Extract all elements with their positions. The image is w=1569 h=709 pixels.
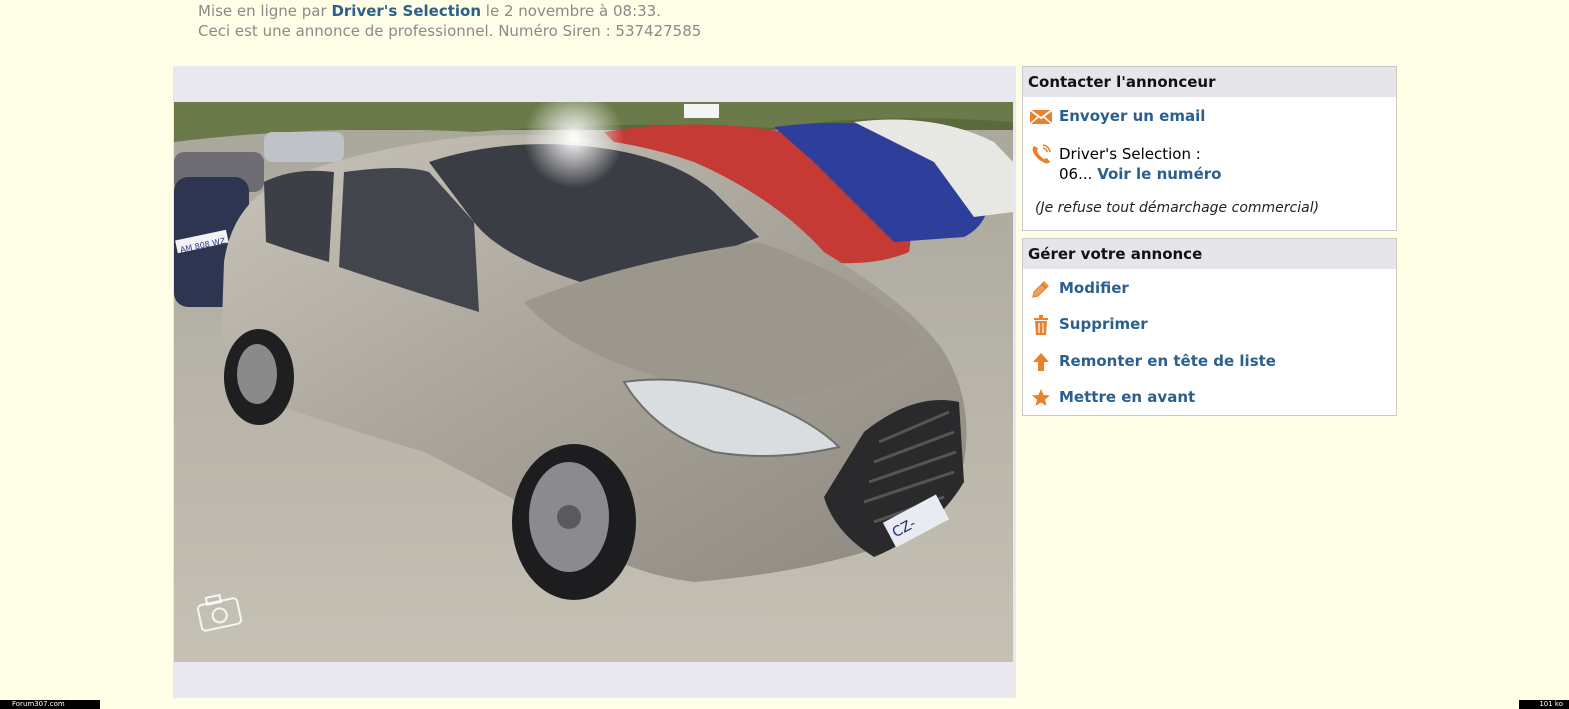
star-icon xyxy=(1028,388,1053,408)
seller-link[interactable]: Driver's Selection xyxy=(331,2,481,20)
bump-to-top-link[interactable]: Remonter en tête de liste xyxy=(1059,352,1276,370)
car-photo-illustration: AM 808 WZ CZ- xyxy=(174,102,1013,662)
footer-site-label: Forum307.com xyxy=(0,700,100,709)
listing-meta: Mise en ligne par Driver's Selection le … xyxy=(198,0,701,41)
trash-icon xyxy=(1028,315,1053,335)
contact-panel: Contacter l'annonceur Envoyer un email D… xyxy=(1022,66,1397,231)
phone-prefix: 06... xyxy=(1059,165,1093,183)
posted-date: le 2 novembre à 08:33. xyxy=(485,2,661,20)
no-solicitation-notice: (Je refuse tout démarchage commercial) xyxy=(1035,200,1320,216)
email-row[interactable]: Envoyer un email xyxy=(1023,107,1396,127)
show-number-link[interactable]: Voir le numéro xyxy=(1097,165,1221,183)
pencil-icon xyxy=(1028,279,1053,299)
pro-notice: Ceci est une annonce de professionnel. N… xyxy=(198,22,702,40)
manage-panel: Gérer votre annonce Modifier Supprimer R… xyxy=(1022,238,1397,416)
phone-icon xyxy=(1028,144,1053,164)
manage-panel-title: Gérer votre annonce xyxy=(1023,239,1396,269)
listing-photo[interactable]: AM 808 WZ CZ- xyxy=(174,102,1013,662)
feature-listing-link[interactable]: Mettre en avant xyxy=(1059,388,1195,406)
photo-container: AM 808 WZ CZ- xyxy=(173,66,1016,698)
modify-link[interactable]: Modifier xyxy=(1059,279,1129,297)
delete-link[interactable]: Supprimer xyxy=(1059,315,1148,333)
delete-row[interactable]: Supprimer xyxy=(1023,315,1396,335)
bump-row[interactable]: Remonter en tête de liste xyxy=(1023,352,1396,372)
send-email-link[interactable]: Envoyer un email xyxy=(1059,107,1205,125)
phone-seller-name: Driver's Selection : xyxy=(1059,145,1201,163)
phone-row: Driver's Selection : 06... Voir le numér… xyxy=(1023,144,1396,184)
envelope-icon xyxy=(1028,107,1053,127)
feature-row[interactable]: Mettre en avant xyxy=(1023,388,1396,408)
posted-by-line: Mise en ligne par Driver's Selection le … xyxy=(198,1,701,21)
modify-row[interactable]: Modifier xyxy=(1023,279,1396,299)
contact-panel-title: Contacter l'annonceur xyxy=(1023,67,1396,97)
posted-prefix: Mise en ligne par xyxy=(198,2,327,20)
arrow-up-icon xyxy=(1028,352,1053,372)
footer-size-label: 101 ko xyxy=(1519,700,1569,709)
